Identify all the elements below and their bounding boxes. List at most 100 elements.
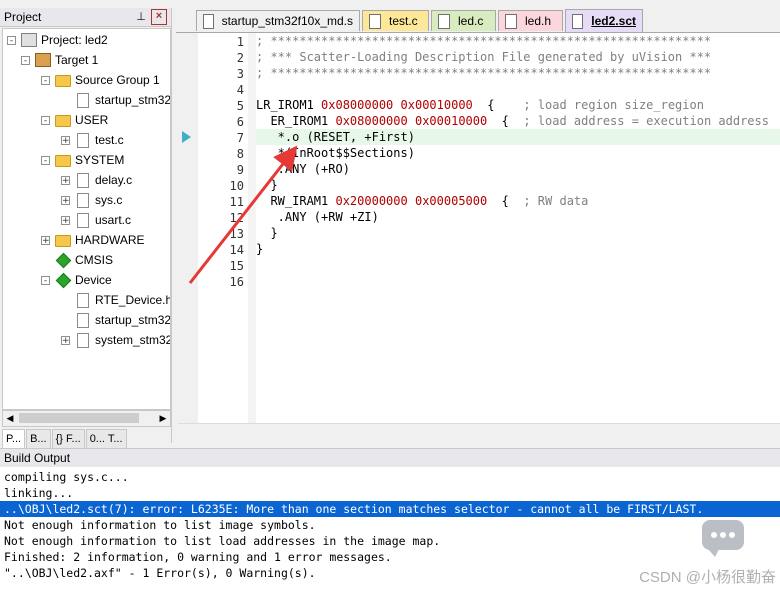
tree-expander-icon[interactable]: +	[61, 135, 70, 145]
tree-item-label: test.c	[95, 133, 124, 147]
tree-expander-icon[interactable]: -	[21, 55, 30, 65]
tree-item[interactable]: - Source Group 1	[41, 70, 160, 90]
editor-tab[interactable]: startup_stm32f10x_md.s	[196, 10, 360, 31]
code-hex-literal: 0x00010000	[414, 114, 488, 128]
code-line[interactable]: .ANY (+RW +ZI)	[256, 209, 379, 225]
code-line[interactable]: ; **************************************…	[256, 33, 711, 49]
tree-expander-icon[interactable]: +	[61, 215, 70, 225]
tree-expander-icon[interactable]: +	[61, 175, 70, 185]
build-output-line[interactable]: "..\OBJ\led2.axf" - 1 Error(s), 0 Warnin…	[4, 565, 316, 581]
code-token: LR_IROM1	[256, 98, 322, 112]
tree-item[interactable]: - Target 1	[21, 50, 98, 70]
code-comment: ; load region size_region	[523, 98, 704, 112]
line-number: 6	[236, 115, 244, 129]
code-line[interactable]: *(InRoot$$Sections)	[256, 145, 415, 161]
code-token: }	[256, 242, 264, 256]
tree-expander-icon[interactable]: -	[41, 275, 50, 285]
tree-item-label: delay.c	[95, 173, 133, 187]
tree-expander-icon[interactable]: -	[41, 155, 50, 165]
scroll-right-icon[interactable]: ▶	[156, 411, 170, 426]
code-line[interactable]: LR_IROM1 0x08000000 0x00010000 { ; load …	[256, 97, 704, 113]
panel-tab[interactable]: B...	[26, 429, 51, 449]
panel-tab[interactable]: {} F...	[51, 429, 85, 449]
tree-expander-icon[interactable]: +	[41, 235, 50, 245]
code-token: }	[256, 226, 278, 240]
file-icon	[438, 13, 450, 29]
code-line[interactable]: .ANY (+RO)	[256, 161, 350, 177]
tree-expander-icon[interactable]: -	[41, 75, 50, 85]
editor-horizontal-scrollbar[interactable]	[178, 423, 780, 438]
code-comment: ; load address = execution address	[523, 114, 769, 128]
editor-tab[interactable]: test.c	[362, 10, 429, 31]
file-icon	[77, 192, 89, 208]
folder-icon	[55, 75, 71, 87]
code-line[interactable]: RW_IRAM1 0x20000000 0x00005000 { ; RW da…	[256, 193, 588, 209]
tree-expander-icon[interactable]: +	[61, 335, 70, 345]
tree-item[interactable]: + HARDWARE	[41, 230, 145, 250]
code-token: ER_IROM1	[256, 114, 336, 128]
tree-item[interactable]: + delay.c	[61, 170, 132, 190]
code-line[interactable]: ; **************************************…	[256, 65, 711, 81]
code-line[interactable]: ER_IROM1 0x08000000 0x00010000 { ; load …	[256, 113, 769, 129]
tree-item[interactable]: - Device	[41, 270, 112, 290]
build-output-line[interactable]: Not enough information to list load addr…	[4, 533, 440, 549]
tree-expander-icon[interactable]: +	[61, 195, 70, 205]
code-token: RW_IRAM1	[256, 194, 336, 208]
project-panel-title: Project	[4, 10, 42, 24]
tree-item[interactable]: - Project: led2	[7, 30, 108, 50]
code-line[interactable]: }	[256, 241, 263, 257]
tree-item[interactable]: + test.c	[61, 130, 124, 150]
file-icon	[369, 13, 381, 29]
project-tree[interactable]: - Project: led2- Target 1- Source Group 1st…	[2, 28, 171, 410]
code-hex-literal: 0x08000000	[321, 98, 394, 112]
panel-tab[interactable]: 0... T...	[85, 429, 127, 449]
build-output-line[interactable]: compiling sys.c...	[4, 469, 129, 485]
tree-item[interactable]: startup_stm32f10x_md.s	[61, 310, 170, 330]
code-line[interactable]: *.o (RESET, +First)	[256, 129, 415, 145]
tree-item[interactable]: - SYSTEM	[41, 150, 124, 170]
code-line[interactable]: ; *** Scatter-Loading Description File g…	[256, 49, 711, 65]
code-editor[interactable]: 1 2 3 4 5 6 7 8 9 10 11 12 13 14 15 16 ; **************…	[178, 33, 780, 438]
line-number: 7	[236, 131, 244, 145]
tree-item[interactable]: RTE_Device.h	[61, 290, 170, 310]
close-icon[interactable]: ×	[151, 9, 167, 25]
code-line[interactable]: }	[256, 225, 278, 241]
build-output-line[interactable]: Finished: 2 information, 0 warning and 1…	[4, 549, 392, 565]
tree-horizontal-scrollbar[interactable]: ◀ ▶	[2, 410, 171, 427]
scroll-left-icon[interactable]: ◀	[3, 411, 17, 426]
line-number: 2	[236, 51, 244, 65]
editor-tab-label: led2.sct	[591, 14, 636, 28]
editor-tab[interactable]: led2.sct	[565, 9, 643, 32]
component-icon	[55, 252, 72, 268]
build-error-line[interactable]: ..\OBJ\led2.sct(7): error: L6235E: More …	[0, 501, 780, 517]
project-panel-titlebar: Project ⊥ ×	[0, 8, 171, 27]
editor-tab-bar: startup_stm32f10x_md.s test.c led.c led.h le…	[176, 8, 780, 33]
tree-item[interactable]: startup_stm32f10x_md.s	[61, 90, 170, 110]
build-output-line[interactable]: Not enough information to list image sym…	[4, 517, 316, 533]
code-line[interactable]: }	[256, 177, 277, 193]
scrollbar-thumb[interactable]	[19, 413, 139, 423]
file-icon	[77, 212, 89, 228]
editor-tab-label: test.c	[389, 14, 418, 28]
build-output-title: Build Output	[4, 451, 71, 465]
tree-expander-icon[interactable]: -	[41, 115, 50, 125]
tree-item-label: system_stm32f10x.c	[95, 333, 170, 347]
tree-item[interactable]: - USER	[41, 110, 108, 130]
tree-item-label: HARDWARE	[75, 233, 145, 247]
tree-item[interactable]: + system_stm32f10x.c	[61, 330, 170, 350]
tree-item[interactable]: + usart.c	[61, 210, 131, 230]
tree-expander-icon[interactable]: -	[7, 35, 16, 45]
code-token: {	[472, 98, 524, 112]
tree-item[interactable]: CMSIS	[41, 250, 113, 270]
file-icon	[77, 332, 89, 348]
breakpoint-gutter[interactable]	[178, 33, 199, 438]
editor-tab[interactable]: led.h	[498, 10, 563, 31]
editor-tab[interactable]: led.c	[431, 10, 496, 31]
chat-bubble-icon[interactable]	[702, 520, 744, 557]
panel-tab[interactable]: P...	[2, 429, 26, 449]
folder-icon	[55, 115, 71, 127]
tree-item[interactable]: + sys.c	[61, 190, 122, 210]
build-output-line[interactable]: linking...	[4, 485, 73, 501]
pin-icon[interactable]: ⊥	[134, 10, 148, 24]
